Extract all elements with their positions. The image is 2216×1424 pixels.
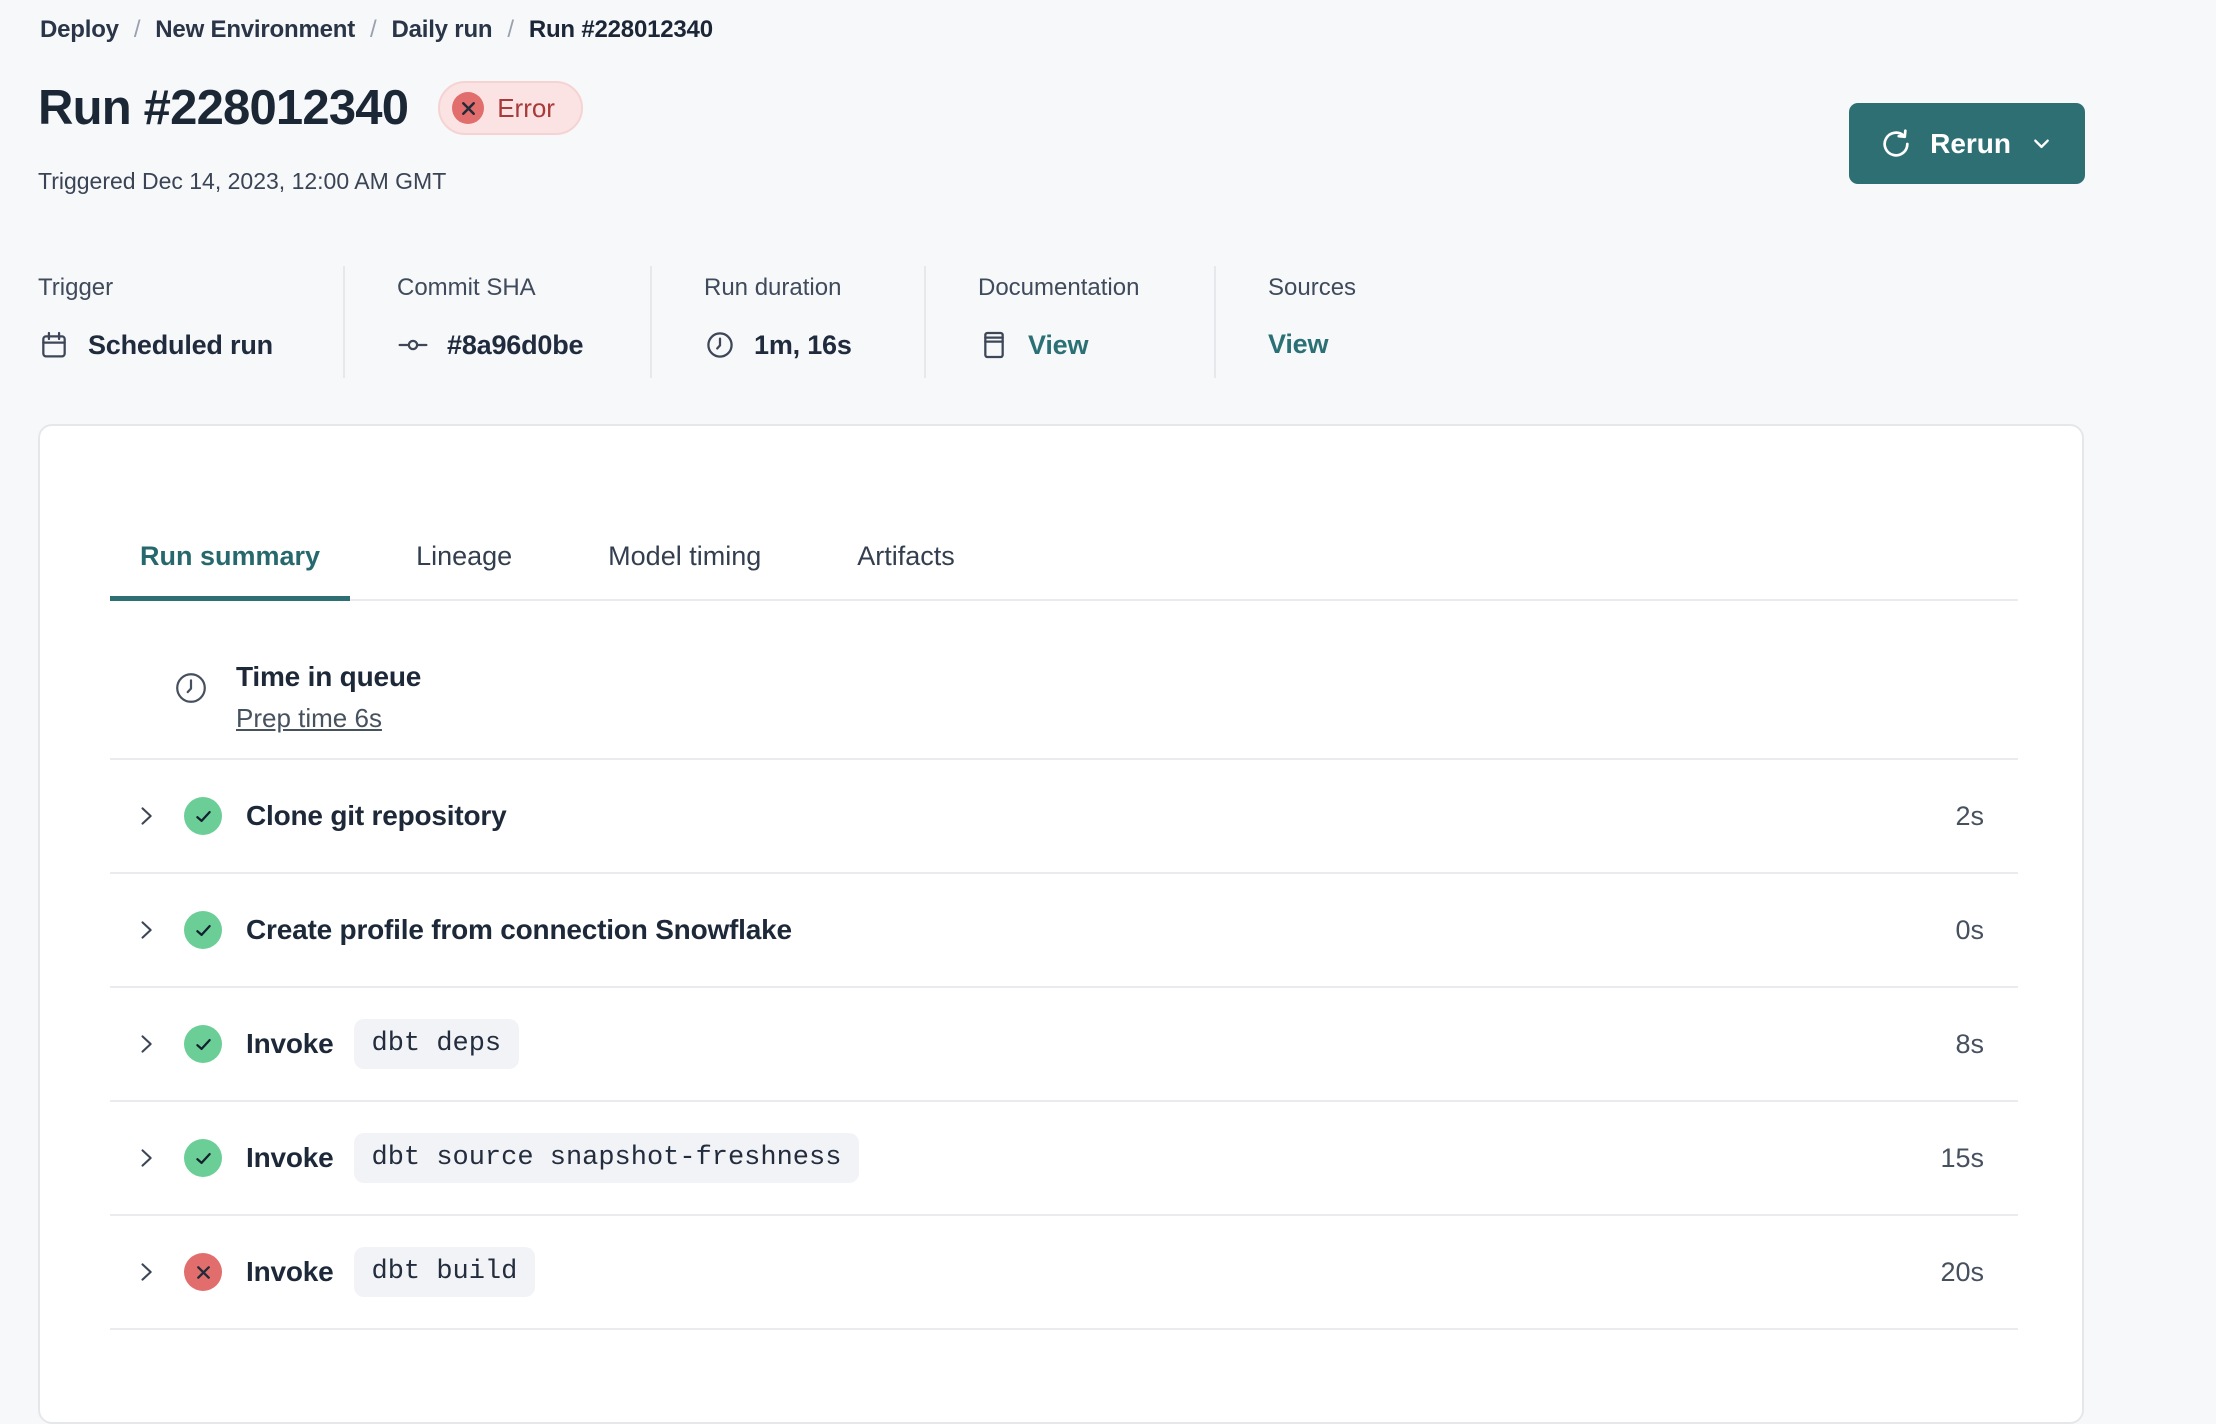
meta-value: Scheduled run <box>88 329 273 360</box>
meta-column: Sources View <box>1216 266 1386 378</box>
breadcrumb-item: Run #228012340 <box>528 16 713 43</box>
breadcrumb: Deploy / New Environment / Daily run / Run #22… <box>40 16 713 44</box>
step-label: Invoke <box>246 1028 334 1059</box>
meta-label: Sources <box>1268 274 1357 301</box>
step-command: dbt source snapshot-freshness <box>353 1133 860 1183</box>
error-circle-icon <box>452 92 485 124</box>
step-duration: 8s <box>1955 1028 1984 1059</box>
run-step-row[interactable]: Invoke dbt build 20s <box>110 1216 2018 1330</box>
step-duration: 15s <box>1940 1142 1984 1173</box>
step-command: dbt deps <box>353 1019 520 1069</box>
step-label: Clone git repository <box>246 800 507 831</box>
breadcrumb-separator: / <box>133 16 141 43</box>
tab-run-summary[interactable]: Run summary <box>110 541 351 601</box>
run-step-row[interactable]: Invoke dbt source snapshot-freshness 15s <box>110 1102 2018 1216</box>
refresh-icon <box>1879 127 1913 161</box>
breadcrumb-item[interactable]: Daily run <box>391 16 492 44</box>
chevron-right-icon[interactable] <box>132 1258 160 1286</box>
meta-column: Trigger Scheduled run <box>38 266 345 378</box>
chevron-right-icon[interactable] <box>132 1030 160 1058</box>
chevron-right-icon[interactable] <box>132 1144 160 1172</box>
chevron-right-icon[interactable] <box>132 916 160 944</box>
meta-value: 1m, 16s <box>754 329 852 360</box>
step-duration: 20s <box>1940 1256 1984 1287</box>
step-duration: 2s <box>1955 800 1984 831</box>
run-header: Run #228012340 Error <box>38 78 583 138</box>
time-in-queue-title: Time in queue <box>236 661 422 692</box>
meta-label: Commit SHA <box>397 274 536 301</box>
run-detail-card: Run summary Lineage Model timing Artifacts … <box>38 424 2084 1424</box>
run-meta-row: Trigger Scheduled run Commit SHA #8a96d0… <box>38 266 1386 378</box>
run-step-row[interactable]: Create profile from connection Snowflake… <box>110 874 2018 988</box>
step-label: Invoke <box>246 1256 334 1287</box>
clock-icon <box>704 329 736 361</box>
step-label: Create profile from connection Snowflake <box>246 914 792 945</box>
meta-column: Documentation View <box>926 266 1216 378</box>
run-step-row[interactable]: Invoke dbt deps 8s <box>110 988 2018 1102</box>
tab-lineage[interactable]: Lineage <box>386 541 542 599</box>
tab-artifacts[interactable]: Artifacts <box>827 541 985 599</box>
triggered-timestamp: Triggered Dec 14, 2023, 12:00 AM GMT <box>38 168 447 194</box>
meta-value: #8a96d0be <box>447 329 584 360</box>
breadcrumb-separator: / <box>370 16 377 43</box>
rerun-button[interactable]: Rerun <box>1849 103 2085 184</box>
success-check-icon <box>184 1025 222 1063</box>
step-command: dbt build <box>353 1247 536 1297</box>
success-check-icon <box>184 911 222 949</box>
status-badge: Error <box>438 81 583 135</box>
view-link[interactable]: View <box>1028 330 1088 361</box>
error-x-icon <box>184 1253 222 1291</box>
run-step-row[interactable]: Clone git repository 2s <box>110 760 2018 874</box>
success-check-icon <box>184 797 222 835</box>
step-duration: 0s <box>1955 914 1984 945</box>
calendar-icon <box>38 329 70 361</box>
clock-icon <box>172 669 210 707</box>
meta-label: Trigger <box>38 274 114 301</box>
tab-model-timing[interactable]: Model timing <box>578 541 791 599</box>
view-link[interactable]: View <box>1268 329 1328 360</box>
page-title: Run #228012340 <box>38 81 409 135</box>
docs-icon <box>978 329 1010 361</box>
success-check-icon <box>184 1139 222 1177</box>
step-label: Invoke <box>246 1142 334 1173</box>
commit-icon <box>397 329 429 361</box>
breadcrumb-separator: / <box>507 16 514 43</box>
tab-bar: Run summary Lineage Model timing Artifacts <box>110 541 2018 601</box>
chevron-right-icon[interactable] <box>132 802 160 830</box>
chevron-down-icon <box>2028 130 2055 157</box>
run-steps-list: Clone git repository 2s Create profile f… <box>110 760 2018 1330</box>
meta-label: Documentation <box>978 274 1140 301</box>
meta-column: Run duration 1m, 16s <box>652 266 926 378</box>
meta-column: Commit SHA #8a96d0be <box>345 266 652 378</box>
breadcrumb-item[interactable]: New Environment <box>155 16 355 44</box>
prep-time-link[interactable]: Prep time 6s <box>236 703 382 734</box>
meta-label: Run duration <box>704 274 842 301</box>
status-badge-label: Error <box>497 92 555 123</box>
rerun-button-label: Rerun <box>1930 127 2011 159</box>
time-in-queue-section: Time in queue Prep time 6s <box>110 601 2018 760</box>
breadcrumb-item[interactable]: Deploy <box>40 16 119 44</box>
